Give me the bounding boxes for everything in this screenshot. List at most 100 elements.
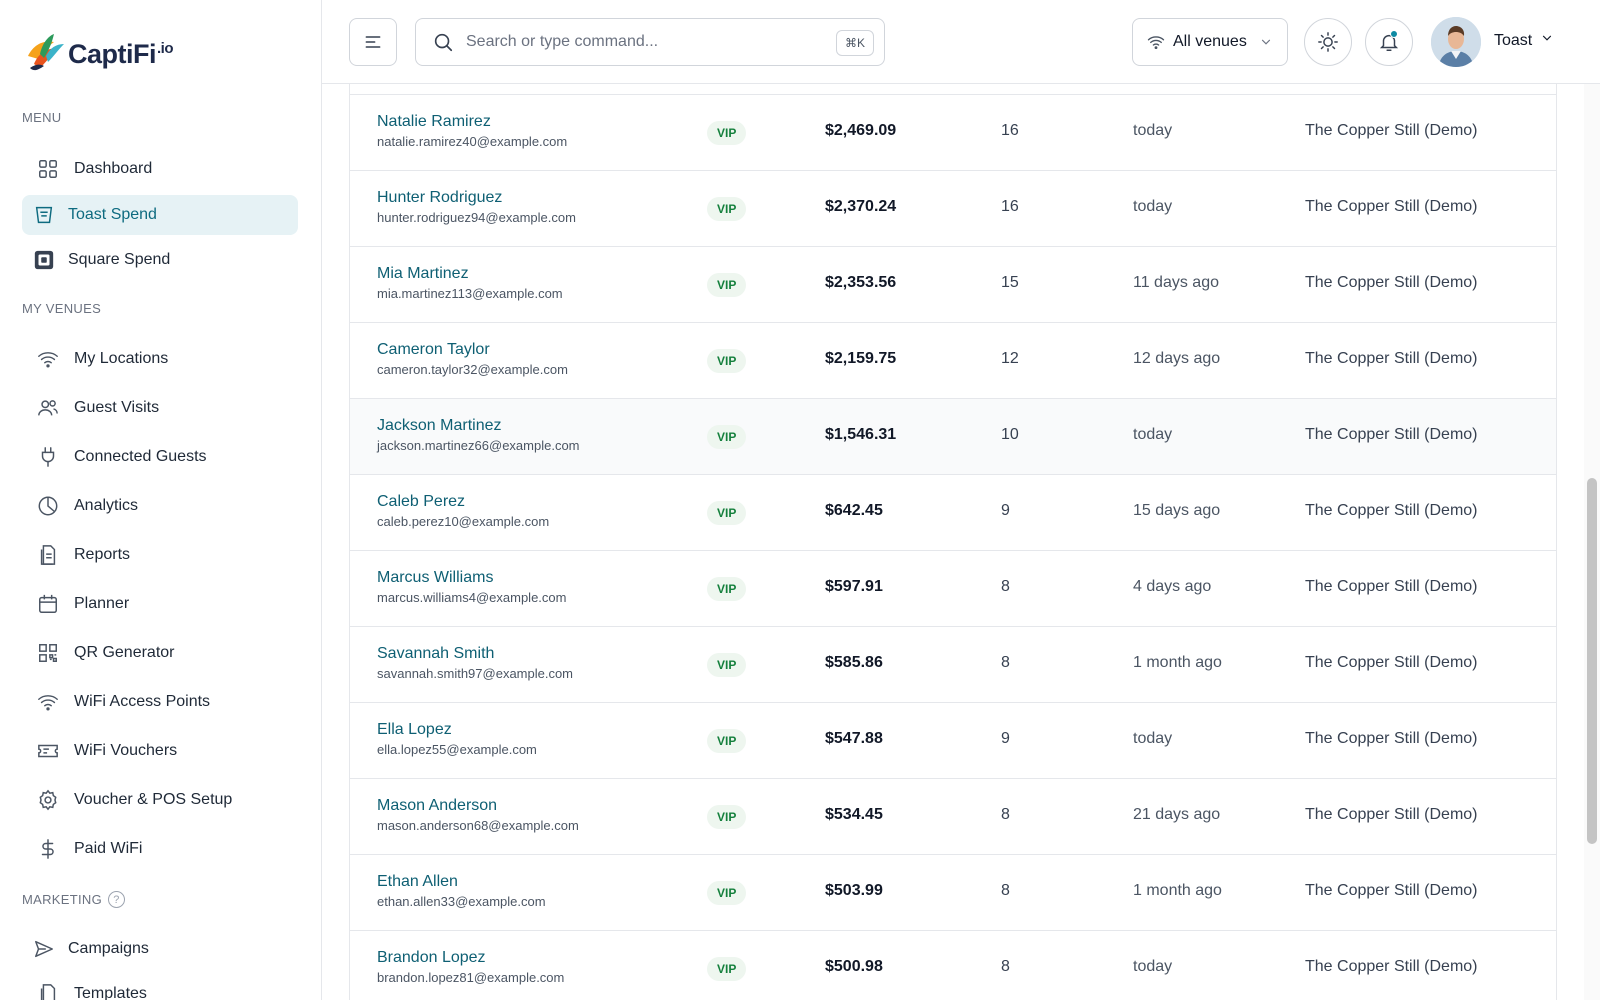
table-row[interactable]: Savannah Smith savannah.smith97@example.c…	[350, 626, 1556, 702]
vip-badge: VIP	[707, 197, 747, 221]
venue-select-value: All venues	[1173, 33, 1247, 50]
sidebar-item-toast-spend[interactable]: Toast Spend	[22, 195, 298, 235]
guest-name-link[interactable]: Natalie Ramirez	[377, 113, 567, 131]
guest-email: caleb.perez10@example.com	[377, 514, 550, 529]
table-row[interactable]: Natalie Ramirez natalie.ramirez40@example…	[350, 94, 1556, 170]
menu-section-label: MENU	[22, 110, 62, 125]
table-row[interactable]: Ella Lopez ella.lopez55@example.com VIP $54…	[350, 702, 1556, 778]
sidebar-item-analytics[interactable]: Analytics	[22, 486, 298, 526]
table-row[interactable]: Caleb Perez caleb.perez10@example.com VIP $…	[350, 474, 1556, 550]
sidebar-item-qr-generator[interactable]: QR Generator	[22, 633, 298, 673]
venue-name: The Copper Still (Demo)	[1305, 502, 1478, 519]
visit-count: 16	[1001, 122, 1019, 139]
sun-icon	[1318, 32, 1338, 52]
sidebar-item-my-locations[interactable]: My Locations	[22, 339, 298, 379]
last-visit: 1 month ago	[1133, 654, 1222, 671]
sidebar-item-label: Square Spend	[68, 251, 171, 268]
brand-logo[interactable]: CaptiFi.io	[24, 34, 174, 74]
scrollbar-thumb[interactable]	[1587, 478, 1597, 844]
guest-cell: Ethan Allen ethan.allen33@example.com	[377, 873, 546, 909]
sidebar-item-connected-guests[interactable]: Connected Guests	[22, 437, 298, 477]
sidebar-item-paid-wifi[interactable]: Paid WiFi	[22, 829, 298, 869]
last-visit: 1 month ago	[1133, 882, 1222, 899]
guest-name-link[interactable]: Jackson Martinez	[377, 417, 580, 435]
table-row[interactable]: Cameron Taylor cameron.taylor32@example.c…	[350, 322, 1556, 398]
table-row[interactable]: Brandon Lopez brandon.lopez81@example.com…	[350, 930, 1556, 1000]
total-spend: $2,353.56	[825, 274, 897, 291]
guest-name-link[interactable]: Savannah Smith	[377, 645, 573, 663]
guest-name-link[interactable]: Hunter Rodriguez	[377, 189, 576, 207]
sidebar-item-reports[interactable]: Reports	[22, 535, 298, 575]
visit-count: 8	[1001, 578, 1010, 595]
sidebar-item-label: Dashboard	[74, 160, 153, 177]
sidebar-item-wifi-vouchers[interactable]: WiFi Vouchers	[22, 731, 298, 771]
vip-badge: VIP	[707, 349, 747, 373]
guest-name-link[interactable]: Ella Lopez	[377, 721, 537, 739]
venue-select[interactable]: All venues	[1132, 18, 1288, 66]
qr-code-icon	[36, 641, 60, 665]
vip-badge: VIP	[707, 881, 747, 905]
table-row[interactable]: Mason Anderson mason.anderson68@example.c…	[350, 778, 1556, 854]
sidebar-item-templates[interactable]: Templates	[22, 974, 298, 1000]
venue-name: The Copper Still (Demo)	[1305, 882, 1478, 899]
avatar[interactable]	[1431, 17, 1481, 67]
visit-count: 8	[1001, 958, 1010, 975]
guest-name-link[interactable]: Mason Anderson	[377, 797, 579, 815]
visit-count: 10	[1001, 426, 1019, 443]
vip-badge: VIP	[707, 957, 747, 981]
venue-name: The Copper Still (Demo)	[1305, 350, 1478, 367]
sidebar-item-wifi-access-points[interactable]: WiFi Access Points	[22, 682, 298, 722]
sidebar-item-guest-visits[interactable]: Guest Visits	[22, 388, 298, 428]
table-row[interactable]: Mia Martinez mia.martinez113@example.com V…	[350, 246, 1556, 322]
guest-name-link[interactable]: Caleb Perez	[377, 493, 549, 511]
guest-name-link[interactable]: Cameron Taylor	[377, 341, 568, 359]
guest-email: savannah.smith97@example.com	[377, 666, 574, 681]
guest-name-link[interactable]: Ethan Allen	[377, 873, 546, 891]
guest-name-link[interactable]: Brandon Lopez	[377, 949, 564, 967]
notifications-button[interactable]	[1365, 18, 1413, 66]
sidebar-item-campaigns[interactable]: Campaigns	[22, 929, 298, 969]
table-row[interactable]: Hunter Rodriguez hunter.rodriguez94@examp…	[350, 170, 1556, 246]
table-row[interactable]: Jackson Martinez jackson.martinez66@examp…	[350, 398, 1556, 474]
sidebar-item-dashboard[interactable]: Dashboard	[22, 149, 298, 189]
pie-chart-icon	[36, 494, 60, 518]
users-icon	[36, 396, 60, 420]
sidebar-item-label: Toast Spend	[68, 206, 157, 223]
sidebar-item-label: My Locations	[74, 350, 169, 367]
sidebar-item-label: Templates	[74, 985, 147, 1000]
search-input[interactable]	[466, 33, 826, 51]
guest-name-link[interactable]: Marcus Williams	[377, 569, 566, 587]
sidebar-toggle-button[interactable]	[349, 18, 397, 66]
total-spend: $500.98	[825, 958, 883, 975]
gear-icon	[36, 788, 60, 812]
guest-email: ethan.allen33@example.com	[377, 894, 546, 909]
table-row[interactable]: Ethan Allen ethan.allen33@example.com VIP $…	[350, 854, 1556, 930]
guest-cell: Caleb Perez caleb.perez10@example.com	[377, 493, 549, 529]
sidebar-item-label: Reports	[74, 546, 131, 563]
guest-cell: Mia Martinez mia.martinez113@example.com	[377, 265, 563, 301]
menu-icon	[365, 36, 381, 48]
guest-cell: Ella Lopez ella.lopez55@example.com	[377, 721, 537, 757]
theme-toggle-button[interactable]	[1304, 18, 1352, 66]
send-icon	[32, 937, 56, 961]
total-spend: $547.88	[825, 730, 883, 747]
search-box[interactable]: ⌘K	[415, 18, 885, 66]
last-visit: 21 days ago	[1133, 806, 1221, 823]
scrollbar[interactable]	[1584, 84, 1600, 1000]
sidebar-item-square-spend[interactable]: Square Spend	[22, 240, 298, 280]
receipt-icon	[32, 203, 56, 227]
last-visit: 11 days ago	[1133, 274, 1219, 291]
sidebar-item-planner[interactable]: Planner	[22, 584, 298, 624]
last-visit: today	[1133, 958, 1173, 975]
guest-email: cameron.taylor32@example.com	[377, 362, 568, 377]
total-spend: $503.99	[825, 882, 883, 899]
dollar-icon	[36, 837, 60, 861]
visit-count: 12	[1001, 350, 1019, 367]
help-icon[interactable]: ?	[107, 891, 125, 908]
guest-name-link[interactable]: Mia Martinez	[377, 265, 563, 283]
table-row[interactable]: Marcus Williams marcus.williams4@example.…	[350, 550, 1556, 626]
user-menu[interactable]: Toast	[1494, 31, 1554, 50]
total-spend: $2,370.24	[825, 198, 897, 215]
visit-count: 9	[1001, 730, 1010, 747]
sidebar-item-voucher-pos-setup[interactable]: Voucher & POS Setup	[22, 780, 298, 820]
